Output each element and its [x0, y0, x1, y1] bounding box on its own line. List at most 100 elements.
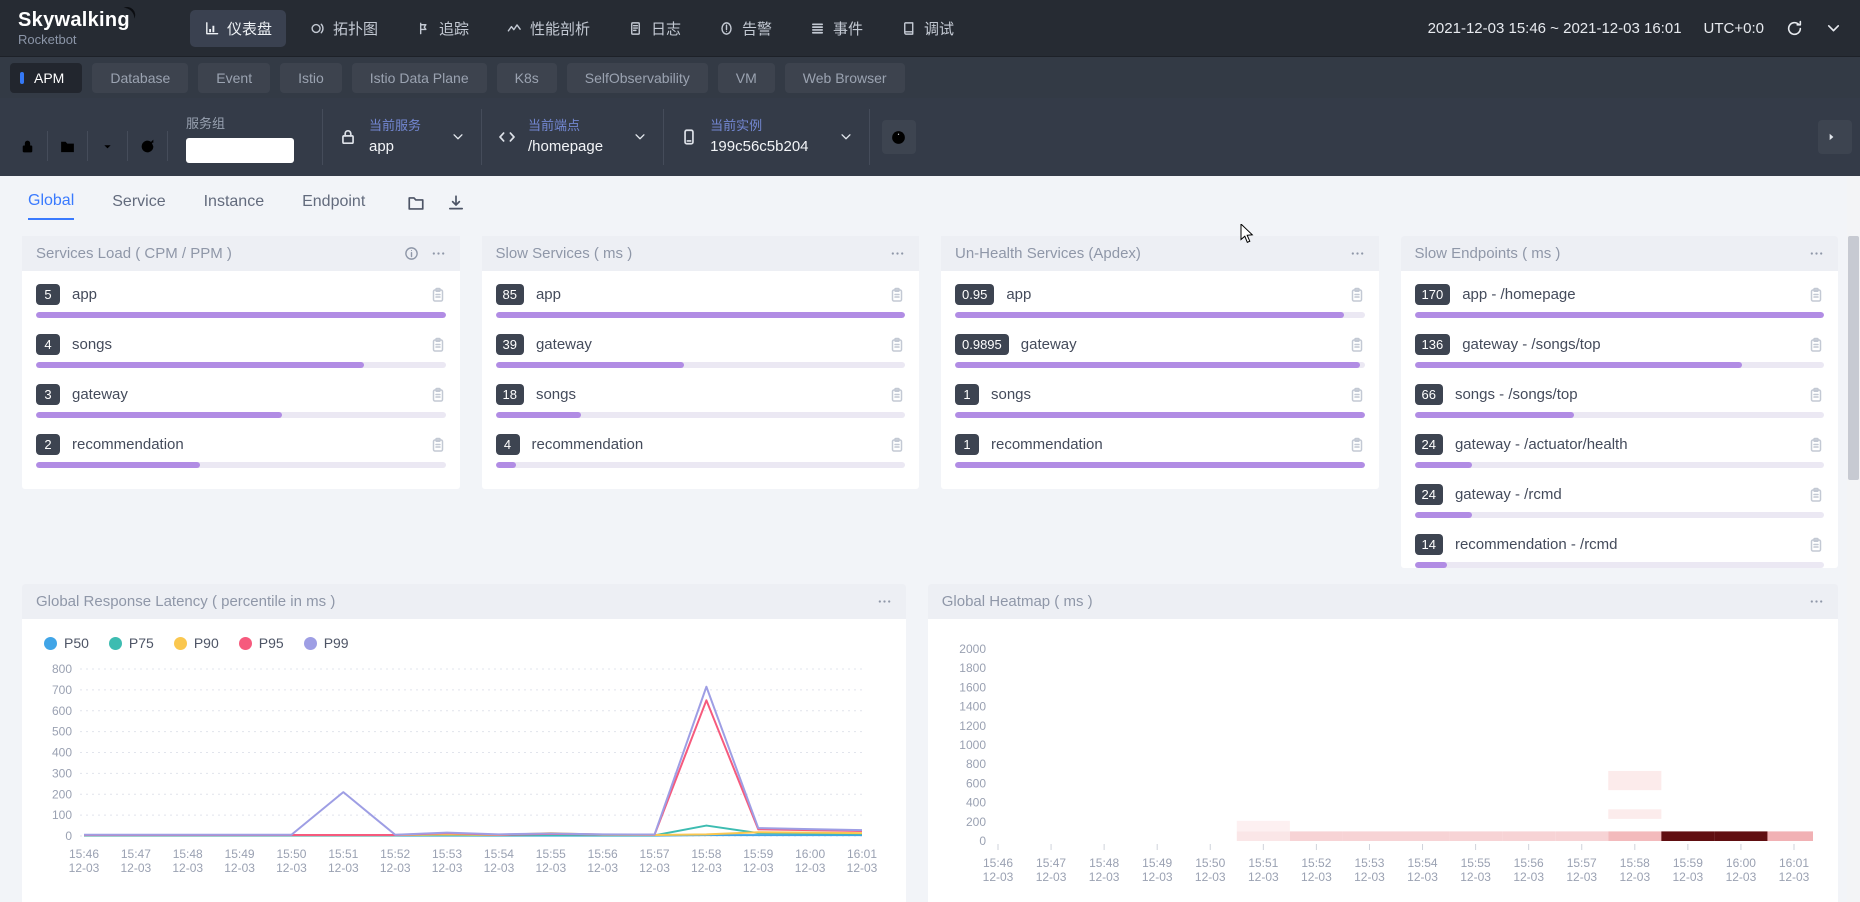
logo-subtitle: Rocketbot — [18, 33, 130, 46]
clipboard-icon[interactable] — [1349, 387, 1365, 403]
clipboard-icon[interactable] — [1808, 287, 1824, 303]
clipboard-icon[interactable] — [1808, 437, 1824, 453]
tab-global[interactable]: Global — [28, 186, 74, 220]
more-icon[interactable] — [1809, 246, 1824, 261]
nav-item-debug[interactable]: 调试 — [887, 10, 968, 47]
nav-item-trace[interactable]: 追踪 — [402, 10, 483, 47]
context-tab-event[interactable]: Event — [198, 63, 270, 93]
clipboard-icon[interactable] — [1349, 337, 1365, 353]
metric-bar — [36, 312, 446, 318]
metric-value-badge: 3 — [36, 384, 60, 405]
clipboard-icon[interactable] — [1808, 337, 1824, 353]
svg-text:15:56: 15:56 — [588, 847, 618, 861]
metric-name[interactable]: gateway - /songs/top — [1462, 336, 1796, 353]
nav-item-topology[interactable]: 拓扑图 — [296, 10, 392, 47]
legend-item-p99[interactable]: P99 — [304, 635, 349, 651]
clipboard-icon[interactable] — [889, 287, 905, 303]
download-button[interactable] — [88, 131, 128, 161]
clipboard-icon[interactable] — [1349, 437, 1365, 453]
legend-item-p75[interactable]: P75 — [109, 635, 154, 651]
chevron-down-icon[interactable] — [1825, 20, 1842, 37]
tab-service[interactable]: Service — [112, 187, 165, 219]
metric-name[interactable]: app — [536, 286, 877, 303]
folder-button[interactable] — [48, 131, 88, 161]
more-icon[interactable] — [877, 594, 892, 609]
clipboard-icon[interactable] — [1808, 387, 1824, 403]
clipboard-icon[interactable] — [889, 437, 905, 453]
nav-item-log[interactable]: 日志 — [614, 10, 695, 47]
context-tab-apm[interactable]: APM — [10, 63, 82, 93]
context-tab-istio-data-plane[interactable]: Istio Data Plane — [352, 63, 487, 93]
metric-name[interactable]: gateway — [1021, 336, 1337, 353]
timezone[interactable]: UTC+0:0 — [1704, 20, 1764, 37]
svg-text:12-03: 12-03 — [276, 861, 307, 875]
clipboard-icon[interactable] — [1349, 287, 1365, 303]
more-icon[interactable] — [1350, 246, 1365, 261]
log-icon — [628, 21, 643, 36]
metric-name[interactable]: songs — [536, 386, 877, 403]
metric-name[interactable]: recommendation — [72, 436, 418, 453]
page-scrollbar[interactable] — [1847, 176, 1860, 902]
clipboard-icon[interactable] — [889, 387, 905, 403]
clipboard-icon[interactable] — [430, 437, 446, 453]
svg-text:15:49: 15:49 — [225, 847, 255, 861]
metric-name[interactable]: app — [1006, 286, 1336, 303]
clipboard-icon[interactable] — [1808, 487, 1824, 503]
legend-item-p50[interactable]: P50 — [44, 635, 89, 651]
context-tab-k8s[interactable]: K8s — [497, 63, 557, 93]
dashboard-tabs-bar: Global Service Instance Endpoint — [0, 176, 1860, 230]
collapse-panel-button[interactable] — [1818, 120, 1852, 154]
metric-name[interactable]: songs — [991, 386, 1337, 403]
metric-bar — [955, 362, 1365, 368]
service-group-input[interactable] — [186, 138, 294, 163]
metric-name[interactable]: gateway - /rcmd — [1455, 486, 1796, 503]
more-icon[interactable] — [431, 246, 446, 261]
metric-name[interactable]: gateway — [72, 386, 418, 403]
more-icon[interactable] — [890, 246, 905, 261]
metric-name[interactable]: gateway - /actuator/health — [1455, 436, 1796, 453]
more-icon[interactable] — [1809, 594, 1824, 609]
context-tab-istio[interactable]: Istio — [280, 63, 342, 93]
clipboard-icon[interactable] — [889, 337, 905, 353]
context-tab-web-browser[interactable]: Web Browser — [785, 63, 905, 93]
scrollbar-thumb[interactable] — [1848, 236, 1859, 480]
metric-name[interactable]: recommendation — [991, 436, 1337, 453]
metric-name[interactable]: songs - /songs/top — [1455, 386, 1796, 403]
nav-item-dashboard[interactable]: 仪表盘 — [190, 10, 286, 47]
metric-bar — [496, 412, 906, 418]
metric-name[interactable]: recommendation - /rcmd — [1455, 536, 1796, 553]
refresh-icon[interactable] — [1786, 20, 1803, 37]
legend-item-p95[interactable]: P95 — [239, 635, 284, 651]
selector-current-instance[interactable]: 当前实例 199c56c5b204 — [676, 118, 856, 156]
clipboard-icon[interactable] — [1808, 537, 1824, 553]
legend-item-p90[interactable]: P90 — [174, 635, 219, 651]
context-tab-database[interactable]: Database — [92, 63, 188, 93]
metric-name[interactable]: app — [72, 286, 418, 303]
svg-text:1800: 1800 — [959, 661, 986, 675]
metric-name[interactable]: songs — [72, 336, 418, 353]
clipboard-icon[interactable] — [430, 387, 446, 403]
metric-name[interactable]: gateway — [536, 336, 877, 353]
selector-current-endpoint[interactable]: 当前端点 /homepage — [494, 118, 651, 156]
info-icon[interactable] — [404, 246, 419, 261]
selector-current-service[interactable]: 当前服务 app — [335, 118, 469, 156]
context-tab-selfobservability[interactable]: SelfObservability — [567, 63, 708, 93]
context-tab-vm[interactable]: VM — [718, 63, 775, 93]
clipboard-icon[interactable] — [430, 337, 446, 353]
nav-item-alarm[interactable]: 告警 — [705, 10, 786, 47]
trace-icon — [416, 21, 431, 36]
tab-endpoint[interactable]: Endpoint — [302, 187, 365, 219]
tab-instance[interactable]: Instance — [204, 187, 264, 219]
metric-name[interactable]: recommendation — [532, 436, 878, 453]
refresh-button[interactable] — [128, 131, 168, 161]
folder-icon[interactable] — [407, 194, 425, 212]
download-icon[interactable] — [447, 194, 465, 212]
clipboard-icon[interactable] — [430, 287, 446, 303]
metric-name[interactable]: app - /homepage — [1462, 286, 1796, 303]
lock-button[interactable] — [8, 131, 48, 161]
svg-text:15:57: 15:57 — [640, 847, 670, 861]
nav-item-event[interactable]: 事件 — [796, 10, 877, 47]
time-range[interactable]: 2021-12-03 15:46 ~ 2021-12-03 16:01 — [1428, 20, 1682, 37]
nav-item-profile[interactable]: 性能剖析 — [493, 10, 604, 47]
info-button[interactable] — [882, 120, 916, 154]
